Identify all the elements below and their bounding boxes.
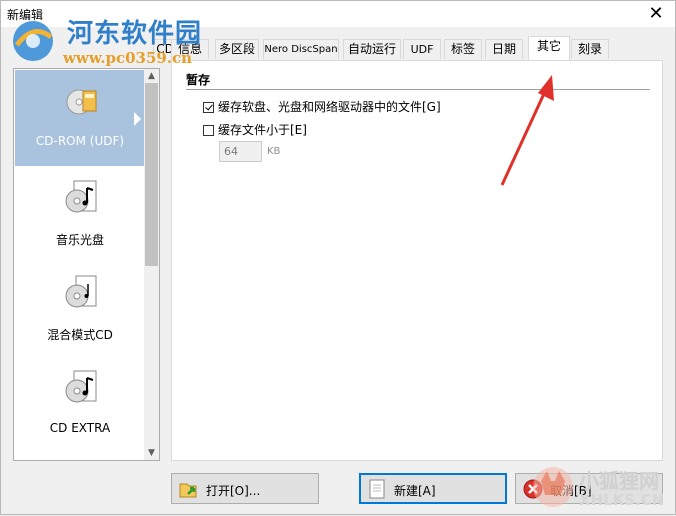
cache-files-checkbox[interactable] <box>203 102 214 113</box>
title-bar: 新编辑 ✕ <box>1 1 675 27</box>
cd-rom-icon <box>66 89 97 115</box>
disc-type-cd-rom-udf[interactable]: CD-ROM (UDF) <box>15 70 145 166</box>
cancel-button[interactable]: 取消[B] <box>515 473 663 504</box>
disc-type-label: 混合模式CD <box>47 328 113 342</box>
disc-type-label: 音乐光盘 <box>55 233 104 247</box>
mixed-mode-icon <box>65 275 97 308</box>
new-button[interactable]: 新建[A] <box>359 473 507 504</box>
cache-smaller-checkbox[interactable] <box>203 125 214 136</box>
disc-type-label: CD-ROM (UDF) <box>35 134 125 148</box>
cache-smaller-label: 缓存文件小于[E] <box>218 123 307 137</box>
tab-content-misc: 暂存 缓存软盘、光盘和网络驱动器中的文件[G] 缓存文件小于[E] 64 KB <box>171 60 663 461</box>
cancel-button-label: 取消[B] <box>550 484 592 498</box>
tab-label[interactable]: 标签 <box>444 39 482 59</box>
new-button-label: 新建[A] <box>394 484 436 498</box>
cache-size-input[interactable]: 64 <box>219 141 262 162</box>
section-divider <box>186 89 650 90</box>
tab-nero-discspan[interactable]: Nero DiscSpan <box>263 39 339 59</box>
tab-date[interactable]: 日期 <box>485 39 523 59</box>
scroll-up-icon[interactable]: ▲ <box>144 69 159 83</box>
open-button-label: 打开[O]... <box>206 484 261 498</box>
scroll-down-icon[interactable]: ▼ <box>144 446 159 460</box>
open-folder-icon <box>179 483 197 498</box>
tab-autorun[interactable]: 自动运行 <box>343 39 401 59</box>
close-button[interactable]: ✕ <box>645 3 667 25</box>
disc-type-audio-cd[interactable]: 音乐光盘 <box>15 167 145 263</box>
disc-type-label: CD EXTRA <box>49 421 111 435</box>
new-compilation-dialog: 新编辑 ✕ CD 信息 多区段 Nero DiscSpan 自动运行 UDF 标… <box>0 0 676 515</box>
tab-burn[interactable]: 刻录 <box>571 39 609 59</box>
disc-type-list: CD-ROM (UDF) 音乐光盘 混合模式CD CD EXTRA ▲ ▼ <box>13 68 160 461</box>
open-button[interactable]: 打开[O]... <box>171 473 319 504</box>
cache-section-title: 暂存 <box>186 73 211 87</box>
cache-files-option[interactable]: 缓存软盘、光盘和网络驱动器中的文件[G] <box>203 98 441 115</box>
new-document-icon <box>369 479 385 499</box>
annotation-arrow-icon <box>500 75 554 186</box>
tab-misc[interactable]: 其它 <box>528 36 570 60</box>
tab-udf[interactable]: UDF <box>403 39 441 59</box>
list-scrollbar[interactable]: ▲ ▼ <box>144 69 159 460</box>
tab-info[interactable]: 信息 <box>171 39 209 59</box>
disc-type-mixed-mode[interactable]: 混合模式CD <box>15 262 145 358</box>
scroll-thumb[interactable] <box>145 83 158 266</box>
cache-size-unit: KB <box>267 146 281 157</box>
cd-extra-icon <box>65 370 97 403</box>
selected-arrow-icon <box>134 112 141 126</box>
cache-smaller-option[interactable]: 缓存文件小于[E] <box>203 121 307 138</box>
tab-multisession[interactable]: 多区段 <box>215 39 259 59</box>
cancel-icon <box>523 479 543 499</box>
music-disc-icon <box>65 180 97 213</box>
disc-type-cd-extra[interactable]: CD EXTRA <box>15 357 145 453</box>
cache-files-label: 缓存软盘、光盘和网络驱动器中的文件[G] <box>218 100 441 114</box>
window-title: 新编辑 <box>7 8 44 22</box>
